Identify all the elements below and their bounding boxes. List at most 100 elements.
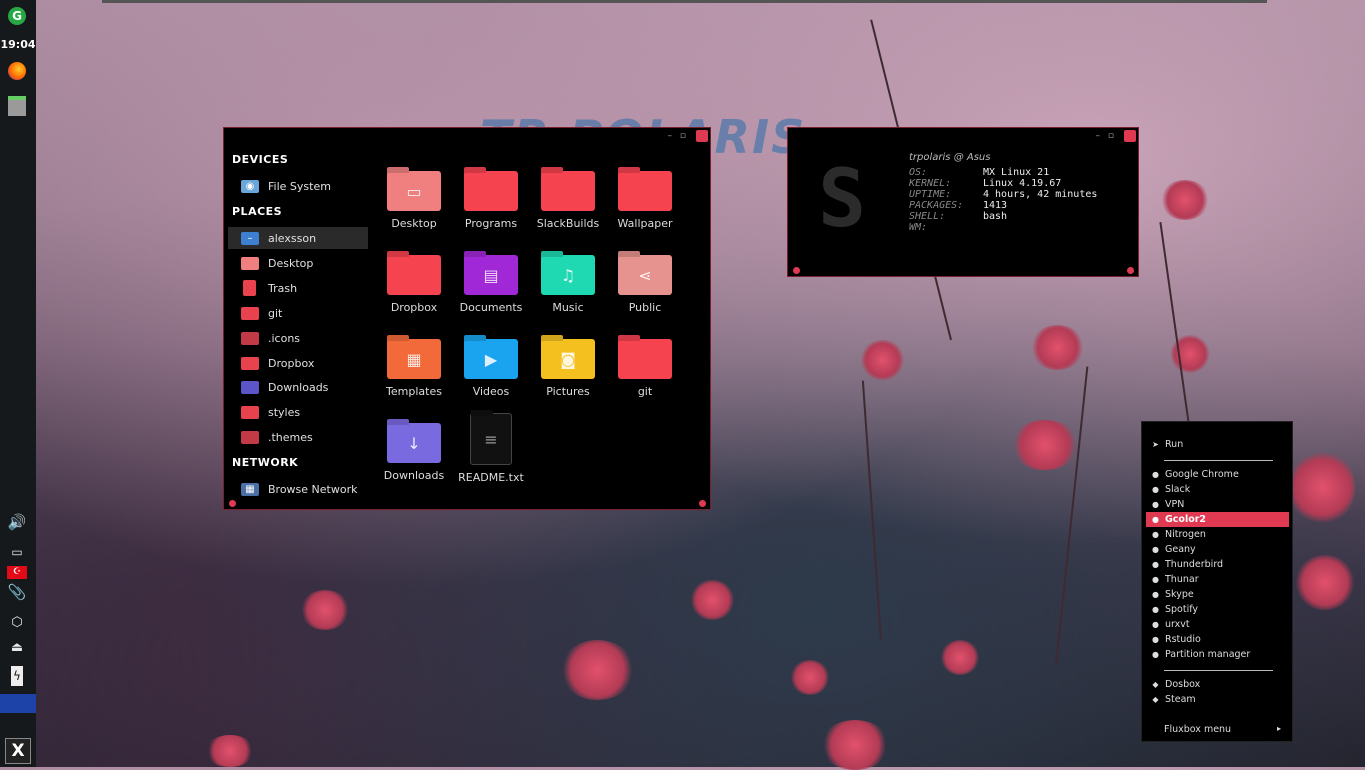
- battery-icon[interactable]: ϟ: [5, 665, 29, 687]
- bullet-icon: ●: [1152, 530, 1159, 539]
- file-item-wallpaper[interactable]: Wallpaper: [607, 171, 683, 230]
- file-item-label: Downloads: [383, 469, 445, 482]
- close-button[interactable]: [1124, 130, 1136, 142]
- file-item-desktop[interactable]: ▭ Desktop: [376, 171, 452, 230]
- menu-item-app[interactable]: ● Thunderbird: [1146, 557, 1289, 572]
- file-item-label: Dropbox: [390, 301, 438, 314]
- network-icon: ▦: [241, 482, 259, 496]
- sidebar-item-git[interactable]: git: [228, 302, 368, 324]
- flower: [300, 590, 350, 630]
- network-icon[interactable]: ▭: [5, 541, 29, 563]
- folder-icon: [618, 171, 672, 211]
- templates-folder-icon: ▦: [387, 339, 441, 379]
- menu-item-app[interactable]: ● Thunar: [1146, 572, 1289, 587]
- volume-icon[interactable]: 🔊: [5, 511, 29, 533]
- minimize-button[interactable]: –: [1096, 131, 1101, 141]
- file-item-public[interactable]: ⋖ Public: [607, 255, 683, 314]
- menu-item-selected[interactable]: ● Gcolor2: [1146, 512, 1289, 527]
- file-item-label: Programs: [464, 217, 518, 230]
- sidebar-item-desktop[interactable]: Desktop: [228, 252, 368, 274]
- menu-item-app[interactable]: ● VPN: [1146, 497, 1289, 512]
- file-item-templates[interactable]: ▦ Templates: [376, 339, 452, 398]
- menu-item-app[interactable]: ● Rstudio: [1146, 632, 1289, 647]
- mx-logo-icon[interactable]: X: [5, 738, 31, 764]
- flower: [820, 720, 890, 770]
- flower: [790, 660, 830, 695]
- workspace-indicator[interactable]: [0, 694, 36, 713]
- file-item-slackbuilds[interactable]: SlackBuilds: [530, 171, 606, 230]
- menu-item-app[interactable]: ● urxvt: [1146, 617, 1289, 632]
- folder-icon: [618, 339, 672, 379]
- bullet-icon: ●: [1152, 590, 1159, 599]
- file-item-readme[interactable]: ≡ README.txt: [453, 413, 529, 484]
- devices-heading: DEVICES: [232, 153, 289, 166]
- top-bar-edge: [102, 0, 1267, 3]
- fluxbox-menu[interactable]: ➤ Run ● Google Chrome ● Slack ● VPN ● Gcolor2…: [1141, 421, 1293, 742]
- sidebar-item-label: git: [268, 306, 283, 320]
- menu-item-game[interactable]: ◆ Steam: [1146, 692, 1289, 707]
- menu-item-app[interactable]: ● Google Chrome: [1146, 467, 1289, 482]
- menu-item-app[interactable]: ● Nitrogen: [1146, 527, 1289, 542]
- menu-title: Fluxbox menu: [1164, 724, 1232, 735]
- file-item-pictures[interactable]: ◙ Pictures: [530, 339, 606, 398]
- menu-item-game[interactable]: ◆ Dosbox: [1146, 677, 1289, 692]
- file-manager-window[interactable]: – ▫ DEVICES ◉ File System PLACES – alexs…: [223, 127, 711, 510]
- sidebar-item-label: Desktop: [268, 256, 314, 270]
- network-heading: NETWORK: [232, 456, 299, 469]
- sidebar-item-styles[interactable]: styles: [228, 401, 368, 423]
- file-manager-icon[interactable]: [5, 95, 29, 117]
- resize-handle[interactable]: [1127, 267, 1134, 274]
- menu-item-run[interactable]: ➤ Run: [1146, 437, 1289, 452]
- sidebar-item-label: .icons: [268, 331, 301, 345]
- sidebar-item-themes[interactable]: .themes: [228, 426, 368, 448]
- sidebar-item-filesystem[interactable]: ◉ File System: [228, 175, 368, 197]
- info-row: OS: MX Linux 21: [909, 167, 1050, 178]
- maximize-button[interactable]: ▫: [680, 131, 686, 141]
- menu-item-app[interactable]: ● Partition manager: [1146, 647, 1289, 662]
- resize-handle[interactable]: [229, 500, 236, 507]
- sidebar-item-home[interactable]: – alexsson: [228, 227, 368, 249]
- public-folder-icon: ⋖: [618, 255, 672, 295]
- firefox-icon[interactable]: [5, 60, 29, 82]
- info-row: UPTIME: 4 hours, 42 minutes: [909, 189, 1098, 200]
- file-item-label: Music: [552, 301, 584, 314]
- sidebar-item-downloads[interactable]: Downloads: [228, 376, 368, 398]
- terminal-window[interactable]: – ▫ S trpolaris @ Asus OS: MX Linux 21 KE…: [787, 127, 1139, 277]
- menu-item-app[interactable]: ● Slack: [1146, 482, 1289, 497]
- file-item-music[interactable]: ♫ Music: [530, 255, 606, 314]
- close-button[interactable]: [696, 130, 708, 142]
- folder-icon: [241, 331, 259, 345]
- maximize-button[interactable]: ▫: [1108, 131, 1114, 141]
- package-icon[interactable]: ⬡: [5, 611, 29, 633]
- music-folder-icon: ♫: [541, 255, 595, 295]
- menu-item-app[interactable]: ● Spotify: [1146, 602, 1289, 617]
- resize-handle[interactable]: [699, 500, 706, 507]
- sidebar-item-browse-network[interactable]: ▦ Browse Network: [228, 478, 368, 500]
- info-row: SHELL: bash: [909, 211, 1008, 222]
- clock[interactable]: 19:04: [0, 38, 36, 51]
- file-item-dropbox[interactable]: Dropbox: [376, 255, 452, 314]
- sidebar-item-trash[interactable]: Trash: [228, 277, 368, 299]
- eject-icon[interactable]: ⏏: [5, 636, 29, 658]
- trash-icon: [243, 280, 256, 296]
- clipboard-icon[interactable]: 📎: [5, 581, 29, 603]
- diamond-icon: ◆: [1152, 680, 1159, 689]
- info-row: WM:: [909, 222, 928, 233]
- menu-item-app[interactable]: ● Skype: [1146, 587, 1289, 602]
- file-item-videos[interactable]: ▶ Videos: [453, 339, 529, 398]
- resize-handle[interactable]: [793, 267, 800, 274]
- sidebar-item-dropbox[interactable]: Dropbox: [228, 352, 368, 374]
- file-item-documents[interactable]: ▤ Documents: [453, 255, 529, 314]
- update-icon[interactable]: G: [5, 5, 29, 27]
- stem: [861, 380, 882, 641]
- turkey-flag-icon[interactable]: ☪: [5, 561, 29, 583]
- file-item-programs[interactable]: Programs: [453, 171, 529, 230]
- folder-icon: [241, 405, 259, 419]
- sidebar-item-label: Trash: [268, 281, 298, 295]
- file-item-downloads[interactable]: ↓ Downloads: [376, 423, 452, 482]
- sidebar-item-icons[interactable]: .icons: [228, 327, 368, 349]
- minimize-button[interactable]: –: [668, 131, 673, 141]
- file-item-git[interactable]: git: [607, 339, 683, 398]
- menu-item-app[interactable]: ● Geany: [1146, 542, 1289, 557]
- folder-icon: [464, 171, 518, 211]
